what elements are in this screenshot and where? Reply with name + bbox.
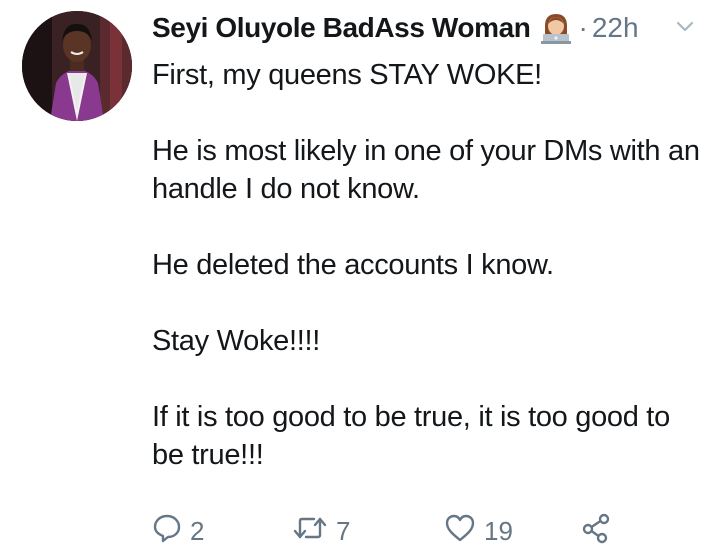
chevron-down-icon[interactable] bbox=[676, 20, 694, 38]
share-button[interactable] bbox=[580, 512, 612, 551]
heart-icon bbox=[444, 513, 476, 550]
timestamp[interactable]: 22h bbox=[592, 12, 639, 44]
reply-icon bbox=[152, 513, 182, 550]
tweet-paragraph: If it is too good to be true, it is too … bbox=[152, 401, 670, 471]
retweet-button[interactable]: 7 bbox=[292, 513, 444, 550]
display-name[interactable]: Seyi Oluyole BadAss Woman bbox=[152, 12, 531, 44]
tweet-paragraph: He is most likely in one of your DMs wit… bbox=[152, 135, 700, 205]
share-icon bbox=[580, 512, 612, 551]
tweet-header: Seyi Oluyole BadAss Woman · 22h bbox=[152, 8, 704, 48]
tweet-text: First, my queens STAY WOKE! He is most l… bbox=[152, 56, 702, 512]
tweet-paragraph: He deleted the accounts I know. bbox=[152, 249, 554, 281]
retweet-icon bbox=[292, 513, 328, 550]
like-button[interactable]: 19 bbox=[444, 513, 580, 550]
reply-count: 2 bbox=[190, 516, 205, 546]
separator-dot: · bbox=[578, 12, 588, 43]
tweet-paragraph: First, my queens STAY WOKE! bbox=[152, 59, 542, 91]
woman-technologist-emoji-icon bbox=[539, 12, 573, 44]
tweet-actions: 2 7 19 bbox=[152, 512, 612, 551]
avatar[interactable] bbox=[22, 11, 132, 121]
retweet-count: 7 bbox=[336, 516, 351, 546]
tweet-paragraph: Stay Woke!!!! bbox=[152, 325, 321, 357]
reply-button[interactable]: 2 bbox=[152, 513, 292, 550]
like-count: 19 bbox=[484, 516, 513, 546]
